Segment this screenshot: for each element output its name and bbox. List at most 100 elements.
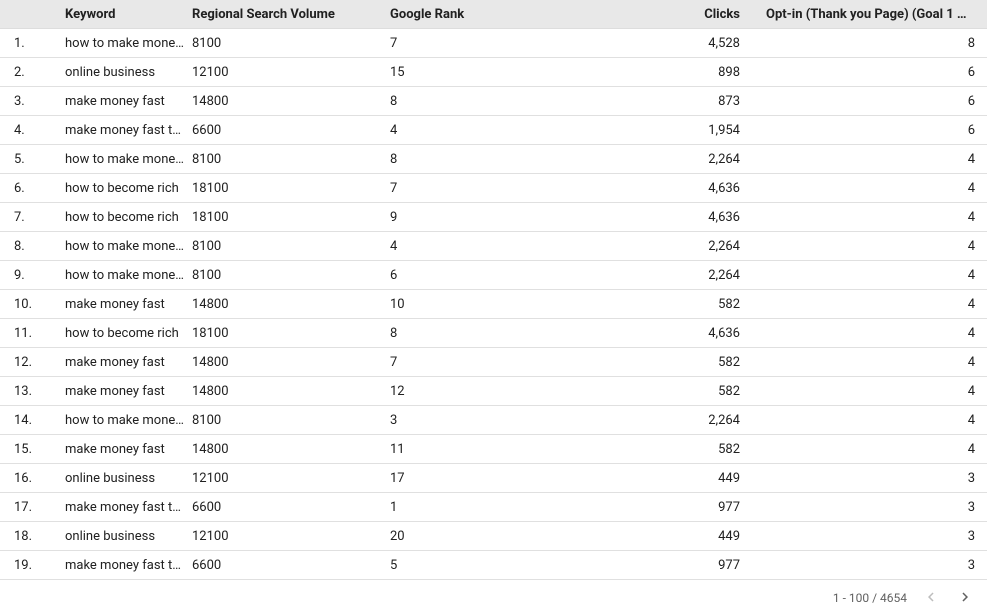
- cell-optin: 4: [760, 413, 987, 428]
- cell-index: 3.: [0, 94, 65, 109]
- table-row[interactable]: 1.how to make mone…810074,5288: [0, 29, 987, 58]
- cell-index: 7.: [0, 210, 65, 225]
- cell-volume: 14800: [192, 442, 390, 457]
- cell-volume: 14800: [192, 355, 390, 370]
- table-row[interactable]: 8.how to make mone…810042,2644: [0, 232, 987, 261]
- cell-optin: 6: [760, 65, 987, 80]
- cell-keyword: how to become rich: [65, 210, 192, 225]
- cell-clicks: 977: [610, 558, 760, 573]
- cell-rank: 8: [390, 326, 610, 341]
- cell-keyword: online business: [65, 529, 192, 544]
- cell-volume: 6600: [192, 123, 390, 138]
- cell-optin: 4: [760, 384, 987, 399]
- header-optin[interactable]: Opt-in (Thank you Page) (Goal 1 …: [760, 7, 987, 22]
- cell-index: 10.: [0, 297, 65, 312]
- cell-index: 4.: [0, 123, 65, 138]
- cell-rank: 8: [390, 94, 610, 109]
- table-row[interactable]: 2.online business12100158986: [0, 58, 987, 87]
- cell-index: 11.: [0, 326, 65, 341]
- cell-index: 18.: [0, 529, 65, 544]
- table-footer: 1 - 100 / 4654: [0, 580, 987, 612]
- table-row[interactable]: 19.make money fast t…660059773: [0, 551, 987, 580]
- data-table: Keyword Regional Search Volume Google Ra…: [0, 0, 987, 612]
- cell-rank: 3: [390, 413, 610, 428]
- cell-keyword: how to make mone…: [65, 36, 192, 51]
- cell-keyword: online business: [65, 471, 192, 486]
- header-keyword[interactable]: Keyword: [65, 7, 192, 22]
- table-row[interactable]: 4.make money fast t…660041,9546: [0, 116, 987, 145]
- cell-volume: 12100: [192, 529, 390, 544]
- cell-clicks: 2,264: [610, 239, 760, 254]
- cell-clicks: 582: [610, 384, 760, 399]
- cell-rank: 5: [390, 558, 610, 573]
- table-row[interactable]: 6.how to become rich1810074,6364: [0, 174, 987, 203]
- cell-clicks: 4,528: [610, 36, 760, 51]
- cell-index: 14.: [0, 413, 65, 428]
- cell-clicks: 1,954: [610, 123, 760, 138]
- table-header-row: Keyword Regional Search Volume Google Ra…: [0, 0, 987, 29]
- table-row[interactable]: 15.make money fast14800115824: [0, 435, 987, 464]
- cell-optin: 4: [760, 326, 987, 341]
- table-row[interactable]: 17.make money fast t…660019773: [0, 493, 987, 522]
- cell-index: 2.: [0, 65, 65, 80]
- cell-optin: 4: [760, 268, 987, 283]
- prev-page-button[interactable]: [921, 588, 941, 608]
- cell-keyword: make money fast: [65, 442, 192, 457]
- cell-volume: 8100: [192, 413, 390, 428]
- cell-volume: 12100: [192, 471, 390, 486]
- cell-index: 1.: [0, 36, 65, 51]
- cell-clicks: 449: [610, 529, 760, 544]
- cell-keyword: how to make mone…: [65, 152, 192, 167]
- chevron-right-icon: [956, 588, 974, 609]
- table-row[interactable]: 14.how to make mone…810032,2644: [0, 406, 987, 435]
- cell-clicks: 2,264: [610, 152, 760, 167]
- header-volume[interactable]: Regional Search Volume: [192, 7, 390, 22]
- cell-volume: 8100: [192, 152, 390, 167]
- header-rank[interactable]: Google Rank: [390, 7, 610, 22]
- table-row[interactable]: 9.how to make mone…810062,2644: [0, 261, 987, 290]
- cell-rank: 12: [390, 384, 610, 399]
- cell-volume: 14800: [192, 297, 390, 312]
- cell-clicks: 449: [610, 471, 760, 486]
- table-row[interactable]: 10.make money fast14800105824: [0, 290, 987, 319]
- cell-optin: 4: [760, 442, 987, 457]
- cell-rank: 17: [390, 471, 610, 486]
- cell-keyword: how to become rich: [65, 326, 192, 341]
- cell-volume: 8100: [192, 239, 390, 254]
- table-body: 1.how to make mone…810074,52882.online b…: [0, 29, 987, 580]
- header-clicks[interactable]: Clicks: [610, 7, 760, 22]
- table-row[interactable]: 7.how to become rich1810094,6364: [0, 203, 987, 232]
- cell-optin: 6: [760, 94, 987, 109]
- cell-optin: 3: [760, 529, 987, 544]
- cell-keyword: make money fast: [65, 94, 192, 109]
- cell-optin: 4: [760, 152, 987, 167]
- cell-rank: 9: [390, 210, 610, 225]
- table-row[interactable]: 16.online business12100174493: [0, 464, 987, 493]
- cell-optin: 6: [760, 123, 987, 138]
- cell-rank: 20: [390, 529, 610, 544]
- cell-rank: 7: [390, 181, 610, 196]
- table-row[interactable]: 5.how to make mone…810082,2644: [0, 145, 987, 174]
- cell-optin: 3: [760, 500, 987, 515]
- cell-optin: 4: [760, 239, 987, 254]
- cell-optin: 4: [760, 181, 987, 196]
- cell-keyword: make money fast t…: [65, 558, 192, 573]
- cell-index: 16.: [0, 471, 65, 486]
- table-row[interactable]: 3.make money fast1480088736: [0, 87, 987, 116]
- cell-optin: 8: [760, 36, 987, 51]
- table-row[interactable]: 12.make money fast1480075824: [0, 348, 987, 377]
- cell-rank: 10: [390, 297, 610, 312]
- table-row[interactable]: 13.make money fast14800125824: [0, 377, 987, 406]
- cell-volume: 8100: [192, 268, 390, 283]
- table-row[interactable]: 18.online business12100204493: [0, 522, 987, 551]
- cell-clicks: 898: [610, 65, 760, 80]
- cell-clicks: 582: [610, 442, 760, 457]
- cell-clicks: 4,636: [610, 181, 760, 196]
- cell-volume: 6600: [192, 500, 390, 515]
- cell-clicks: 582: [610, 297, 760, 312]
- cell-rank: 8: [390, 152, 610, 167]
- cell-clicks: 4,636: [610, 210, 760, 225]
- cell-keyword: online business: [65, 65, 192, 80]
- table-row[interactable]: 11.how to become rich1810084,6364: [0, 319, 987, 348]
- next-page-button[interactable]: [955, 588, 975, 608]
